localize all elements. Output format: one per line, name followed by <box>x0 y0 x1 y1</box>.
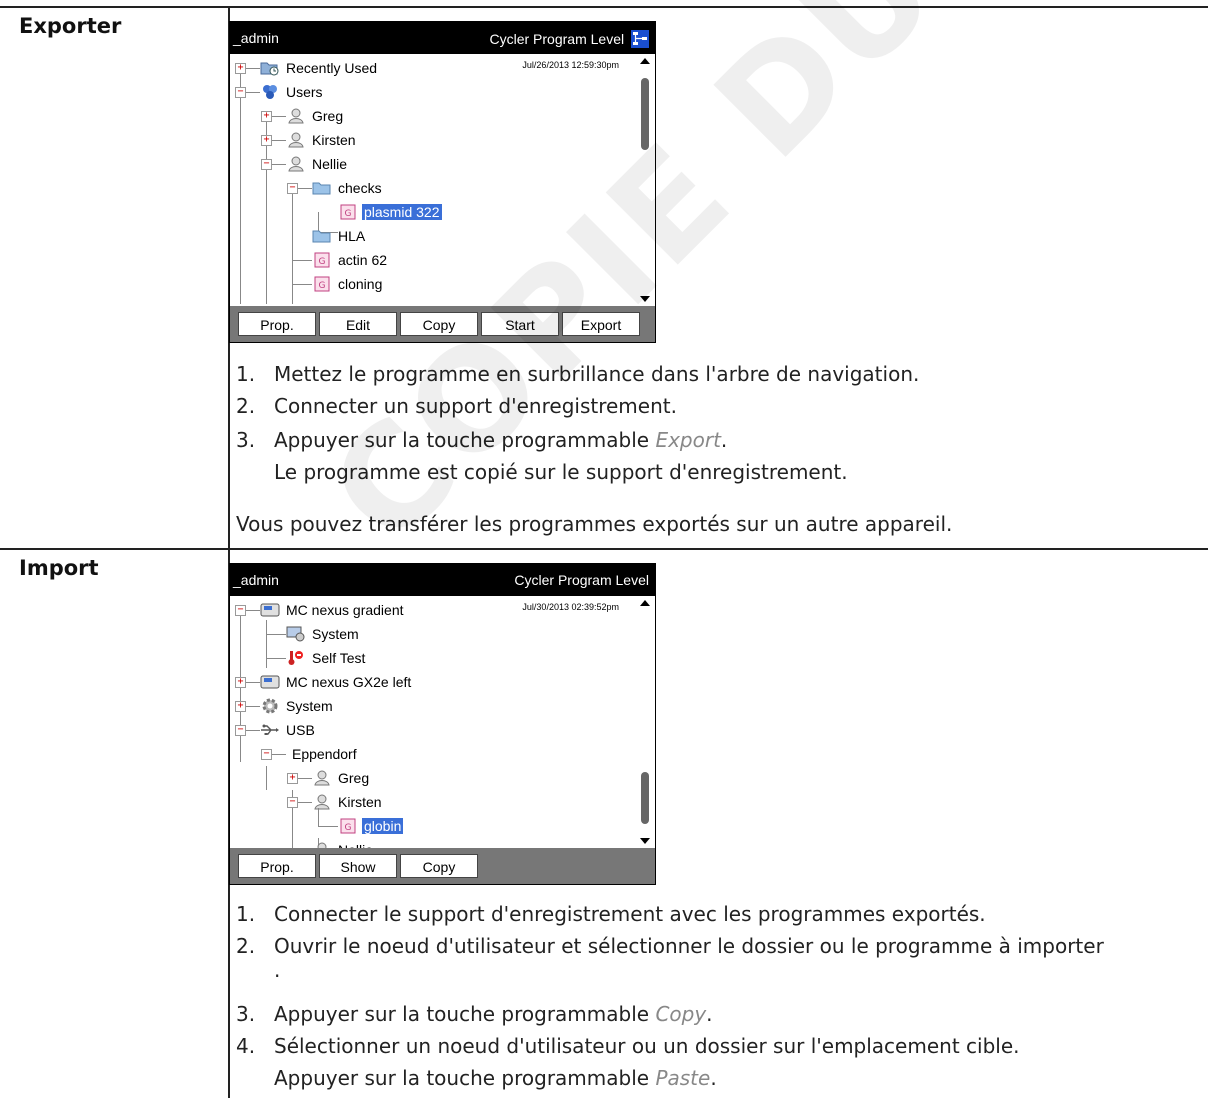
collapse-toggle[interactable]: − <box>235 605 246 616</box>
user-icon <box>286 131 306 149</box>
collapse-toggle[interactable]: − <box>287 183 298 194</box>
prop-button[interactable]: Prop. <box>238 312 316 336</box>
recent-icon <box>260 59 280 77</box>
users-icon <box>260 83 280 101</box>
level-text: Cycler Program Level <box>489 31 625 48</box>
collapse-toggle[interactable]: − <box>261 749 272 760</box>
device-icon <box>260 673 280 691</box>
tree-node[interactable]: G cloning <box>312 272 384 296</box>
section-label-export: Exporter <box>19 14 122 38</box>
collapse-toggle[interactable]: − <box>235 725 246 736</box>
tree-node[interactable]: Nellie <box>286 152 349 176</box>
show-button[interactable]: Show <box>319 854 397 878</box>
device-icon <box>260 601 280 619</box>
timestamp: Jul/30/2013 02:39:52pm <box>522 602 619 612</box>
user-icon <box>286 107 306 125</box>
scroll-thumb[interactable] <box>641 78 649 150</box>
expand-toggle[interactable]: + <box>261 111 272 122</box>
softkey-bar: Prop. Show Copy <box>230 848 655 884</box>
system-icon <box>286 625 306 643</box>
scrollbar[interactable] <box>639 58 651 302</box>
export-button[interactable]: Export <box>562 312 640 336</box>
title-bar: _admin Cycler Program Level <box>230 564 655 596</box>
user-icon <box>312 769 332 787</box>
expand-toggle[interactable]: + <box>235 677 246 688</box>
scroll-thumb[interactable] <box>641 772 649 824</box>
svg-text:G: G <box>345 209 352 219</box>
folder-icon <box>312 227 332 245</box>
tree-node[interactable]: Eppendorf <box>286 742 359 766</box>
start-button[interactable]: Start <box>481 312 559 336</box>
tree-node[interactable]: MC nexus GX2e left <box>260 670 413 694</box>
tree-node[interactable]: G actin 62 <box>312 248 389 272</box>
tree-node-selected[interactable]: G plasmid 322 <box>338 200 442 224</box>
navigation-tree[interactable]: Jul/30/2013 02:39:52pm − MC nexus gradie… <box>230 596 655 862</box>
gear-icon <box>260 697 280 715</box>
collapse-toggle[interactable]: − <box>261 159 272 170</box>
timestamp: Jul/26/2013 12:59:30pm <box>522 60 619 70</box>
softkey-bar: Prop. Edit Copy Start Export <box>230 306 655 342</box>
collapse-toggle[interactable]: − <box>287 797 298 808</box>
section-divider <box>0 548 1208 550</box>
user-name: _admin <box>233 30 279 46</box>
tree-node[interactable]: Greg <box>286 104 345 128</box>
program-icon: G <box>312 251 332 269</box>
level-text: Cycler Program Level <box>514 572 649 588</box>
scroll-up-arrow[interactable] <box>640 58 650 64</box>
tree-node[interactable]: Greg <box>312 766 371 790</box>
copy-button[interactable]: Copy <box>400 312 478 336</box>
tree-node[interactable]: HLA <box>312 224 367 248</box>
svg-text:G: G <box>319 257 326 267</box>
user-name: _admin <box>233 572 279 588</box>
tree-node[interactable]: System <box>260 694 335 718</box>
prop-button[interactable]: Prop. <box>238 854 316 878</box>
expand-toggle[interactable]: + <box>287 773 298 784</box>
expand-toggle[interactable]: + <box>235 701 246 712</box>
program-icon: G <box>312 275 332 293</box>
expand-toggle[interactable]: + <box>235 63 246 74</box>
user-icon <box>286 155 306 173</box>
tree-node[interactable]: Self Test <box>286 646 367 670</box>
program-icon: G <box>338 817 358 835</box>
network-icon <box>631 30 649 51</box>
title-bar: _admin Cycler Program Level <box>230 22 655 54</box>
tree-node[interactable]: MC nexus gradient <box>260 598 406 622</box>
expand-toggle[interactable]: + <box>261 135 272 146</box>
selftest-icon <box>286 649 306 667</box>
import-screen: _admin Cycler Program Level Jul/30/2013 … <box>229 563 656 885</box>
section-label-import: Import <box>19 556 99 580</box>
svg-text:G: G <box>345 823 352 833</box>
tree-node[interactable]: Kirsten <box>312 790 384 814</box>
tree-node[interactable]: checks <box>312 176 384 200</box>
top-rule <box>0 6 1208 8</box>
scrollbar[interactable] <box>639 600 651 844</box>
copy-button[interactable]: Copy <box>400 854 478 878</box>
navigation-tree[interactable]: Jul/26/2013 12:59:30pm + Recently Used −… <box>230 54 655 306</box>
tree-node[interactable]: Users <box>260 80 325 104</box>
usb-icon <box>260 721 280 739</box>
collapse-toggle[interactable]: − <box>235 87 246 98</box>
export-screen: _admin Cycler Program Level Jul/26/2013 … <box>229 21 656 343</box>
scroll-up-arrow[interactable] <box>640 600 650 606</box>
tree-node[interactable]: Recently Used <box>260 56 379 80</box>
scroll-down-arrow[interactable] <box>640 296 650 302</box>
tree-node-selected[interactable]: G globin <box>338 814 404 838</box>
svg-text:G: G <box>319 281 326 291</box>
tree-node[interactable]: Kirsten <box>286 128 358 152</box>
scroll-down-arrow[interactable] <box>640 838 650 844</box>
level-indicator: Cycler Program Level <box>489 30 649 51</box>
tree-node[interactable]: System <box>286 622 361 646</box>
program-icon: G <box>338 203 358 221</box>
tree-node[interactable]: USB <box>260 718 317 742</box>
export-note: Vous pouvez transférer les programmes ex… <box>236 512 953 536</box>
folder-icon <box>312 179 332 197</box>
user-icon <box>312 793 332 811</box>
edit-button[interactable]: Edit <box>319 312 397 336</box>
